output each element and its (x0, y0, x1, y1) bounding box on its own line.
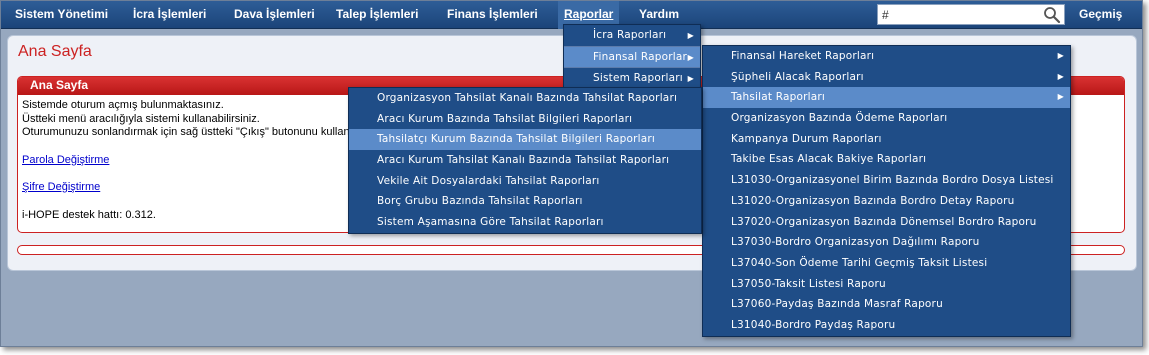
menu-item-organizasyon-odeme[interactable]: Organizasyon Bazında Ödeme Raporları (703, 108, 1070, 129)
menu-item-finansal-hareket[interactable]: Finansal Hareket Raporları ▶ (703, 46, 1070, 67)
app-window: Sistem Yönetimi İcra İşlemleri Dava İşle… (0, 0, 1143, 347)
menu-item-l37020[interactable]: L37020-Organizasyon Bazında Dönemsel Bor… (703, 212, 1070, 233)
raporlar-menu: İcra Raporları ▶ Finansal Raporlar ▶ Sis… (563, 24, 701, 89)
change-password-link[interactable]: Parola Değiştirme (22, 154, 109, 166)
chevron-right-icon: ▶ (1057, 92, 1064, 102)
menu-item-tahsilat-raporlari[interactable]: Tahsilat Raporları ▶ (703, 87, 1070, 109)
history-link[interactable]: Geçmiş (1079, 1, 1122, 29)
menu-item-supheli-alacak[interactable]: Şüpheli Alacak Raporları ▶ (703, 67, 1070, 88)
chevron-right-icon: ▶ (1057, 71, 1064, 81)
nav-sistem-yonetimi[interactable]: Sistem Yönetimi (9, 1, 114, 29)
menu-item-label: Tahsilat Raporları (731, 91, 826, 104)
menu-item-label: Sistem Raporları (593, 72, 683, 84)
menu-item-l37030[interactable]: L37030-Bordro Organizasyon Dağılımı Rapo… (703, 232, 1070, 253)
menu-item-l37050[interactable]: L37050-Taksit Listesi Raporu (703, 274, 1070, 295)
menu-item-l37040[interactable]: L37040-Son Ödeme Tarihi Geçmiş Taksit Li… (703, 253, 1070, 274)
menu-item-sistem-raporlari[interactable]: Sistem Raporları ▶ (564, 67, 700, 88)
tahsilat-raporlari-menu: Organizasyon Tahsilat Kanalı Bazında Tah… (348, 87, 702, 234)
change-pin-link[interactable]: Şifre Değiştirme (22, 181, 100, 193)
menu-item-label: Finansal Hareket Raporları (731, 50, 875, 62)
chevron-right-icon: ▶ (687, 31, 694, 40)
menu-item-l31030[interactable]: L31030-Organizasyonel Birim Bazında Bord… (703, 170, 1070, 191)
menu-item-label: Finansal Raporlar (593, 51, 688, 63)
menu-item-araci-kurum-kanal[interactable]: Aracı Kurum Tahsilat Kanalı Bazında Tahs… (349, 150, 701, 171)
search-input[interactable] (882, 6, 1037, 23)
nav-talep-islemleri[interactable]: Talep İşlemleri (330, 1, 424, 29)
search-icon[interactable] (1043, 6, 1061, 24)
menu-item-sistem-asamasi[interactable]: Sistem Aşamasına Göre Tahsilat Raporları (349, 212, 701, 233)
chevron-right-icon: ▶ (1057, 51, 1064, 60)
menu-item-l37060[interactable]: L37060-Paydaş Bazında Masraf Raporu (703, 294, 1070, 315)
nav-dava-islemleri[interactable]: Dava İşlemleri (228, 1, 321, 29)
menu-item-araci-kurum[interactable]: Aracı Kurum Bazında Tahsilat Bilgileri R… (349, 109, 701, 130)
menu-item-icra-raporlari[interactable]: İcra Raporları ▶ (564, 25, 700, 46)
search-box (877, 4, 1065, 25)
menu-item-org-tahsilat-kanali[interactable]: Organizasyon Tahsilat Kanalı Bazında Tah… (349, 88, 701, 109)
menu-item-kampanya-durum[interactable]: Kampanya Durum Raporları (703, 129, 1070, 150)
menu-item-borc-grubu[interactable]: Borç Grubu Bazında Tahsilat Raporları (349, 191, 701, 212)
menu-item-takibe-esas[interactable]: Takibe Esas Alacak Bakiye Raporları (703, 149, 1070, 170)
chevron-right-icon: ▶ (687, 74, 694, 83)
menu-item-l31040[interactable]: L31040-Bordro Paydaş Raporu (703, 315, 1070, 336)
finansal-raporlar-menu: Finansal Hareket Raporları ▶ Şüpheli Ala… (702, 45, 1071, 337)
menu-item-label: Şüpheli Alacak Raporları (731, 70, 864, 83)
page-title: Ana Sayfa (18, 43, 92, 60)
menu-item-l31020[interactable]: L31020-Organizasyon Bazında Bordro Detay… (703, 191, 1070, 212)
menu-item-vekile-ait[interactable]: Vekile Ait Dosyalardaki Tahsilat Raporla… (349, 171, 701, 192)
nav-icra-islemleri[interactable]: İcra İşlemleri (127, 1, 212, 29)
menu-item-finansal-raporlar[interactable]: Finansal Raporlar ▶ (564, 46, 700, 67)
menu-item-tahsilatci-kurum[interactable]: Tahsilatçı Kurum Bazında Tahsilat Bilgil… (349, 129, 701, 151)
menu-item-label: İcra Raporları (593, 29, 667, 41)
chevron-right-icon: ▶ (687, 53, 694, 62)
nav-finans-islemleri[interactable]: Finans İşlemleri (441, 1, 544, 29)
